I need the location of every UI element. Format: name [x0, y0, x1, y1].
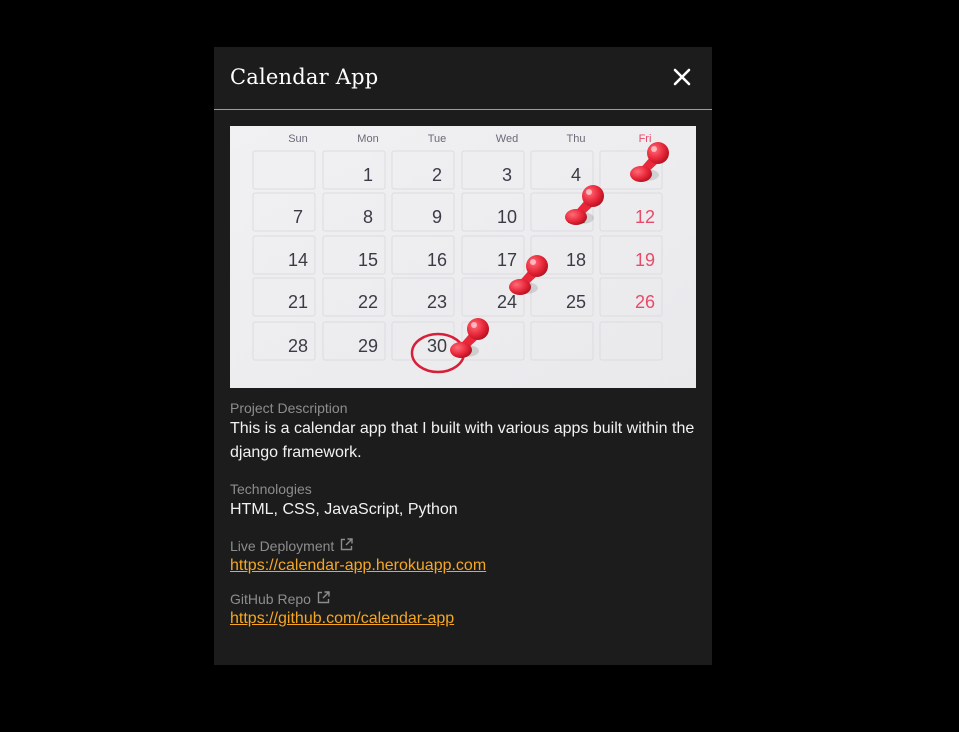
day-number: 24: [497, 292, 517, 312]
day-header: Sun: [288, 133, 308, 145]
day-header: Thu: [567, 133, 586, 145]
day-header: Mon: [357, 133, 378, 145]
day-number: 1: [363, 165, 373, 185]
day-number: 23: [427, 292, 447, 312]
day-number: 2: [432, 165, 442, 185]
day-number: 14: [288, 250, 308, 270]
live-deployment-label: Live Deployment: [230, 538, 335, 554]
external-link-icon: [317, 590, 330, 608]
day-number: 25: [566, 292, 586, 312]
day-number: 9: [432, 207, 442, 227]
day-header: Tue: [428, 133, 447, 145]
day-number: 22: [358, 292, 378, 312]
modal-header: Calendar App: [214, 47, 712, 110]
live-deployment-link[interactable]: https://calendar-app.herokuapp.com: [230, 555, 486, 577]
technologies-section: Technologies HTML, CSS, JavaScript, Pyth…: [230, 480, 696, 522]
modal-title: Calendar App: [230, 65, 379, 89]
day-header: Wed: [496, 133, 518, 145]
day-number: 28: [288, 336, 308, 356]
description-text: This is a calendar app that I built with…: [230, 420, 695, 461]
day-number: 8: [363, 207, 373, 227]
close-icon: [673, 68, 691, 86]
github-repo-section: GitHub Repo https://github.com/calendar-…: [230, 590, 696, 630]
live-deployment-section: Live Deployment https://calendar-app.her…: [230, 537, 696, 577]
day-number: 19: [635, 250, 655, 270]
description-section: Project Description This is a calendar a…: [230, 399, 696, 465]
day-number: 7: [293, 207, 303, 227]
technologies-label: Technologies: [230, 481, 312, 497]
github-repo-label: GitHub Repo: [230, 591, 311, 607]
project-screenshot-image: SunMonTueWedThuFri 123457891011121415161…: [230, 126, 696, 388]
day-number: 4: [571, 165, 581, 185]
project-modal: Calendar App Sun Mon Tue Wed Thu Fri 1 2…: [214, 47, 712, 665]
description-label: Project Description: [230, 400, 348, 416]
day-number: 10: [497, 207, 517, 227]
day-number: 15: [358, 250, 378, 270]
day-number: 17: [497, 250, 517, 270]
modal-body: SunMonTueWedThuFri 123457891011121415161…: [214, 110, 712, 630]
day-number: 29: [358, 336, 378, 356]
github-repo-label-row: GitHub Repo: [230, 590, 696, 608]
day-number: 3: [502, 165, 512, 185]
day-number: 21: [288, 292, 308, 312]
technologies-text: HTML, CSS, JavaScript, Python: [230, 501, 458, 518]
github-repo-link[interactable]: https://github.com/calendar-app: [230, 608, 454, 630]
day-number: 18: [566, 250, 586, 270]
live-deployment-label-row: Live Deployment: [230, 537, 696, 555]
day-number: 16: [427, 250, 447, 270]
day-number: 30: [427, 336, 447, 356]
external-link-icon: [340, 537, 353, 555]
day-number: 12: [635, 207, 655, 227]
day-number: 26: [635, 292, 655, 312]
close-button[interactable]: [670, 65, 694, 89]
day-header: Fri: [639, 133, 652, 145]
